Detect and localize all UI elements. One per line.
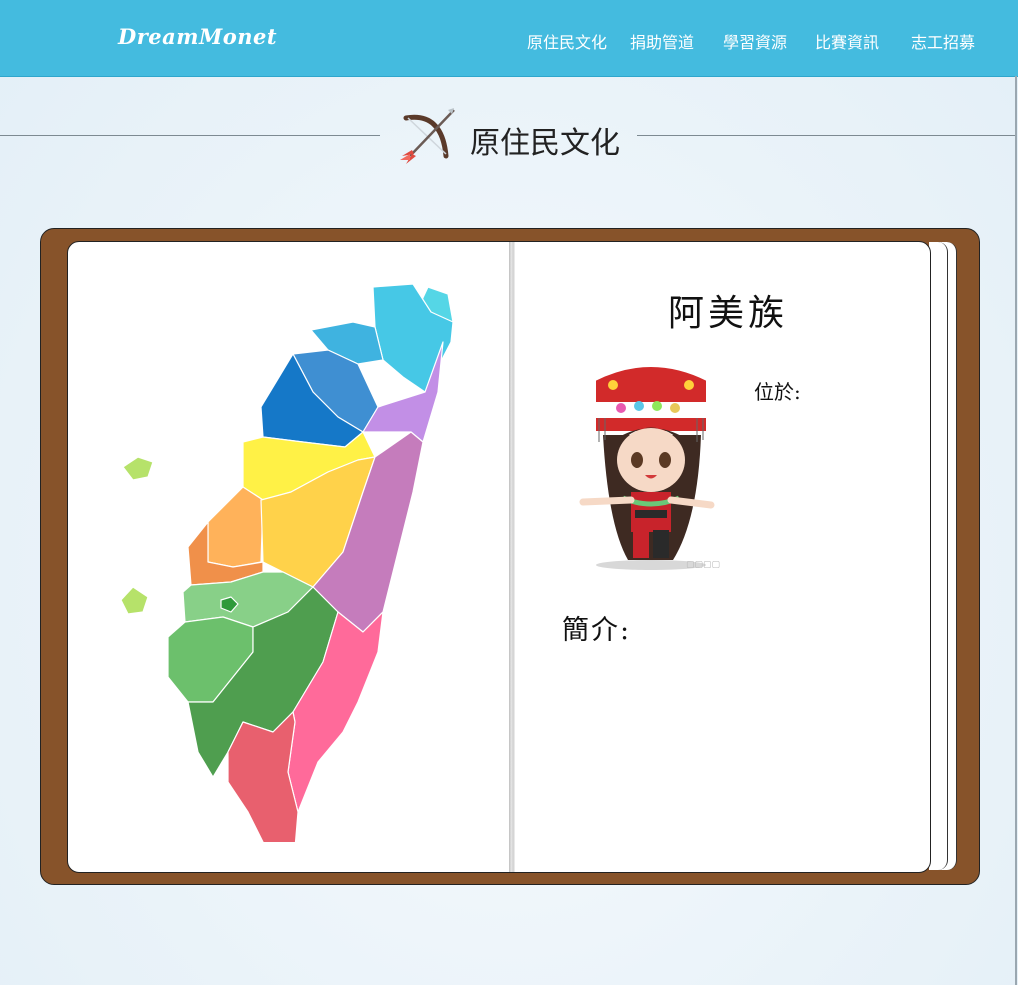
nav-link-volunteer-recruit[interactable]: 志工招募 xyxy=(911,29,975,53)
scrollbar-edge xyxy=(1015,76,1017,985)
tribe-name: 阿美族 xyxy=(667,293,788,334)
bow-and-arrow-icon xyxy=(400,108,455,164)
nav-link-competition-info[interactable]: 比賽資訊 xyxy=(815,29,879,53)
title-divider-right xyxy=(637,135,1015,136)
avatar-watermark: ▢▢▢▢ xyxy=(686,560,721,570)
amis-girl-avatar xyxy=(579,365,715,570)
book-page: 阿美族 ▢▢▢▢ 位於: 簡介: xyxy=(67,241,931,873)
nav-link-learning-resources[interactable]: 學習資源 xyxy=(723,29,787,53)
taiwan-map xyxy=(120,283,454,842)
page-edge xyxy=(929,242,948,870)
nav-link-indigenous-culture[interactable]: 原住民文化 xyxy=(527,29,607,53)
location-label: 位於: xyxy=(754,380,801,404)
map-region-penghu-south[interactable] xyxy=(120,586,149,615)
page-title: 原住民文化 xyxy=(470,126,620,161)
title-divider-left xyxy=(0,135,380,136)
map-region-changhua[interactable] xyxy=(207,486,264,568)
top-navbar: DreamMonet 原住民文化 捐助管道 學習資源 比賽資訊 志工招募 xyxy=(0,0,1018,77)
book-spine xyxy=(509,242,515,872)
section-header: 原住民文化 xyxy=(392,104,632,168)
intro-label: 簡介: xyxy=(562,615,632,646)
nav-link-donation[interactable]: 捐助管道 xyxy=(630,29,694,53)
brand-logo[interactable]: DreamMonet xyxy=(118,24,277,49)
map-region-penghu-north[interactable] xyxy=(122,456,154,481)
map-region-pingtung[interactable] xyxy=(227,711,299,842)
